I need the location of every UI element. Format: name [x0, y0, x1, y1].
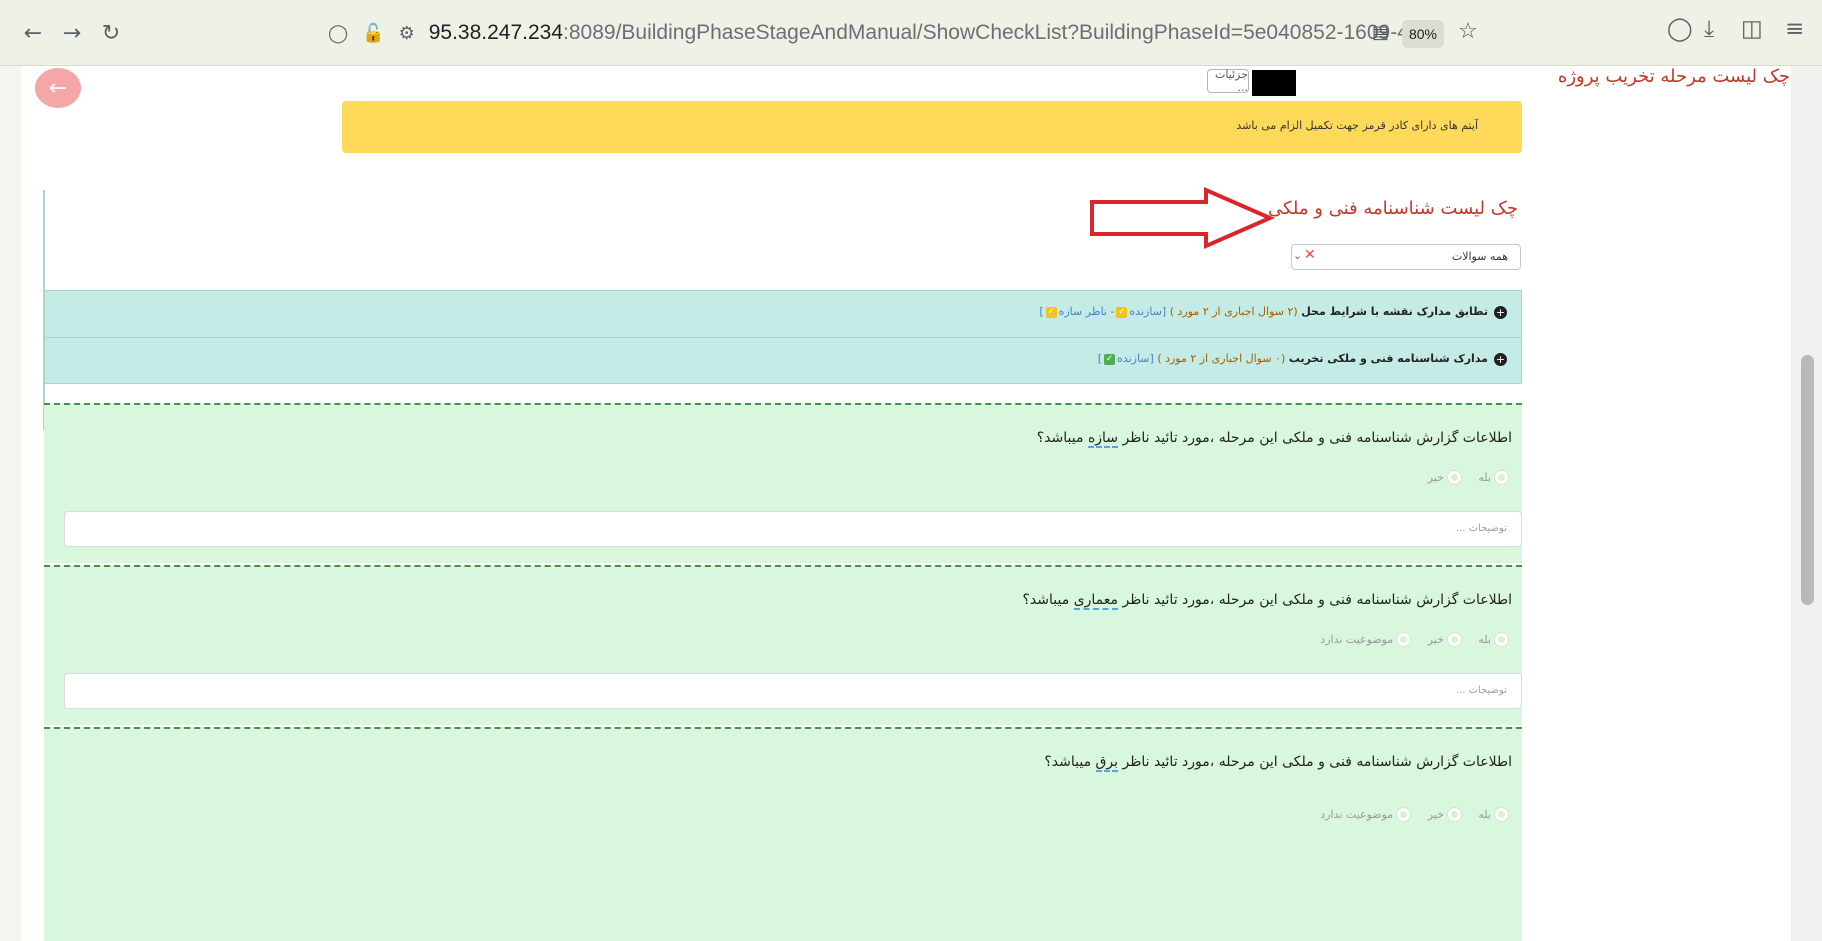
notes-input[interactable]: توضیحات ... — [64, 511, 1522, 547]
group-count: (۰ سوال اجباری از ۲ مورد ) — [1157, 352, 1286, 365]
group-count: (۲ سوال اجباری از ۲ مورد ) — [1169, 305, 1298, 318]
group-title: مدارک شناسنامه فنی و ملکی تخریب — [1288, 352, 1488, 365]
radio-yes[interactable] — [1495, 632, 1508, 646]
group-role-close: ] — [1039, 305, 1044, 318]
option-label: خیر — [1427, 632, 1444, 646]
scrollbar-thumb[interactable] — [1801, 355, 1814, 605]
question-key-term: معماری — [1073, 592, 1119, 610]
page-title: چک لیست مرحله تخریب پروژه — [1557, 66, 1790, 87]
question-card: اطلاعات گزارش شناسنامه فنی و ملکی این مر… — [44, 727, 1522, 941]
back-button[interactable]: ← — [35, 68, 81, 108]
group-role-close: ] — [1097, 352, 1103, 365]
radio-not-applicable[interactable] — [1397, 807, 1411, 821]
notes-input[interactable]: توضیحات ... — [64, 673, 1522, 709]
zoom-level-badge[interactable]: 80% — [1402, 20, 1444, 48]
back-nav-button[interactable]: ← — [18, 18, 48, 48]
answer-options: بله خیر موضوعیت ندارد — [1306, 807, 1508, 821]
download-icon[interactable]: ⤓ — [1704, 16, 1714, 42]
question-text-start: اطلاعات گزارش شناسنامه فنی و ملکی این مر… — [1118, 754, 1512, 770]
red-arrow-annotation — [1090, 186, 1275, 250]
question-key-term: سازه — [1087, 430, 1119, 448]
hamburger-menu-icon[interactable]: ≡ — [1785, 16, 1804, 42]
answer-options: بله خیر — [1414, 470, 1508, 484]
filter-selected-value: همه سوالات — [1451, 250, 1508, 263]
arrow-left-icon: ← — [48, 75, 68, 101]
pocket-icon[interactable]: ◯ — [1667, 16, 1693, 42]
option-label: خیر — [1427, 470, 1444, 484]
question-text: اطلاعات گزارش شناسنامه فنی و ملکی این مر… — [1022, 592, 1512, 610]
clear-x-icon[interactable]: ✕ — [1304, 247, 1316, 263]
insecure-lock-icon[interactable]: 🔓 — [362, 23, 384, 44]
answer-options: بله خیر موضوعیت ندارد — [1306, 632, 1508, 646]
question-key-term: برق — [1095, 754, 1119, 772]
option-label: موضوعیت ندارد — [1320, 807, 1394, 821]
chevron-down-icon[interactable]: ⌄ — [1293, 249, 1302, 262]
url-text[interactable]: 95.38.247.234:8089/BuildingPhaseStageAnd… — [429, 21, 1443, 45]
reload-button[interactable]: ↻ — [96, 18, 126, 48]
question-text-end: میباشد؟ — [1044, 754, 1096, 770]
url-host: 95.38.247.234 — [428, 21, 564, 44]
question-text: اطلاعات گزارش شناسنامه فنی و ملکی این مر… — [1036, 430, 1512, 448]
question-text-end: میباشد؟ — [1022, 592, 1074, 608]
radio-no[interactable] — [1447, 807, 1461, 821]
group-row[interactable]: + مدارک شناسنامه فنی و ملکی تخریب (۰ سوال… — [45, 337, 1521, 383]
browser-toolbar: ← → ↻ ◯ 🔓 ⚙ 95.38.247.234:8089/BuildingP… — [0, 0, 1822, 66]
plus-circle-icon[interactable]: + — [1494, 352, 1507, 366]
redacted-project-name — [1252, 70, 1296, 96]
question-card: اطلاعات گزارش شناسنامه فنی و ملکی این مر… — [44, 565, 1522, 725]
forward-nav-button[interactable]: → — [57, 18, 87, 48]
option-label: موضوعیت ندارد — [1320, 632, 1394, 646]
check-icon: ✓ — [1116, 306, 1128, 318]
group-content: + مدارک شناسنامه فنی و ملکی تخریب (۰ سوال… — [1098, 352, 1507, 366]
question-text-end: میباشد؟ — [1036, 430, 1088, 446]
group-row[interactable]: + تطابق مدارک نقشه با شرایط محل (۲ سوال ا… — [45, 291, 1521, 337]
question-filter-select[interactable]: همه سوالات ✕ ⌄ — [1291, 244, 1521, 270]
plus-circle-icon[interactable]: + — [1494, 305, 1507, 319]
option-label: بله — [1478, 807, 1491, 821]
url-path: :8089/BuildingPhaseStageAndManual/ShowCh… — [563, 21, 1443, 44]
group-content: + تطابق مدارک نقشه با شرایط محل (۲ سوال ا… — [1039, 305, 1507, 319]
notes-placeholder: توضیحات ... — [1455, 523, 1507, 534]
radio-no[interactable] — [1447, 632, 1461, 646]
details-button[interactable]: جزئیات ... — [1207, 68, 1249, 94]
shield-icon[interactable]: ◯ — [328, 23, 348, 44]
check-icon: ✓ — [1045, 306, 1057, 318]
permissions-icon[interactable]: ⚙ — [399, 23, 415, 44]
reader-view-icon[interactable]: ▤ — [1372, 22, 1389, 43]
notes-placeholder: توضیحات ... — [1455, 685, 1507, 696]
question-text: اطلاعات گزارش شناسنامه فنی و ملکی این مر… — [1044, 754, 1512, 772]
checklist-groups-panel: + تطابق مدارک نقشه با شرایط محل (۲ سوال ا… — [44, 290, 1522, 384]
option-label: بله — [1478, 470, 1491, 484]
radio-not-applicable[interactable] — [1397, 632, 1411, 646]
star-icon[interactable]: ☆ — [1458, 19, 1478, 44]
section-title: چک لیست شناسنامه فنی و ملکی — [1267, 198, 1518, 219]
group-role-open: [سازنده — [1117, 352, 1154, 365]
radio-no[interactable] — [1447, 470, 1461, 484]
group-role-mid: - ناظر سازه — [1058, 305, 1115, 318]
option-label: بله — [1478, 632, 1491, 646]
alert-text: آیتم های دارای کادر قرمز جهت تکمیل الزام… — [1236, 119, 1478, 132]
group-role-open: [سازنده — [1129, 305, 1167, 318]
group-title: تطابق مدارک نقشه با شرایط محل — [1301, 305, 1488, 318]
question-text-start: اطلاعات گزارش شناسنامه فنی و ملکی این مر… — [1118, 592, 1512, 608]
option-label: خیر — [1427, 807, 1444, 821]
radio-yes[interactable] — [1495, 807, 1508, 821]
address-bar[interactable]: ◯ 🔓 ⚙ 95.38.247.234:8089/BuildingPhaseSt… — [328, 12, 1476, 54]
radio-yes[interactable] — [1495, 470, 1508, 484]
question-card: اطلاعات گزارش شناسنامه فنی و ملکی این مر… — [44, 403, 1522, 563]
extensions-icon[interactable]: ◫ — [1741, 16, 1763, 42]
question-text-start: اطلاعات گزارش شناسنامه فنی و ملکی این مر… — [1118, 430, 1512, 446]
required-items-alert: آیتم های دارای کادر قرمز جهت تکمیل الزام… — [342, 101, 1522, 153]
check-icon: ✓ — [1104, 353, 1116, 365]
